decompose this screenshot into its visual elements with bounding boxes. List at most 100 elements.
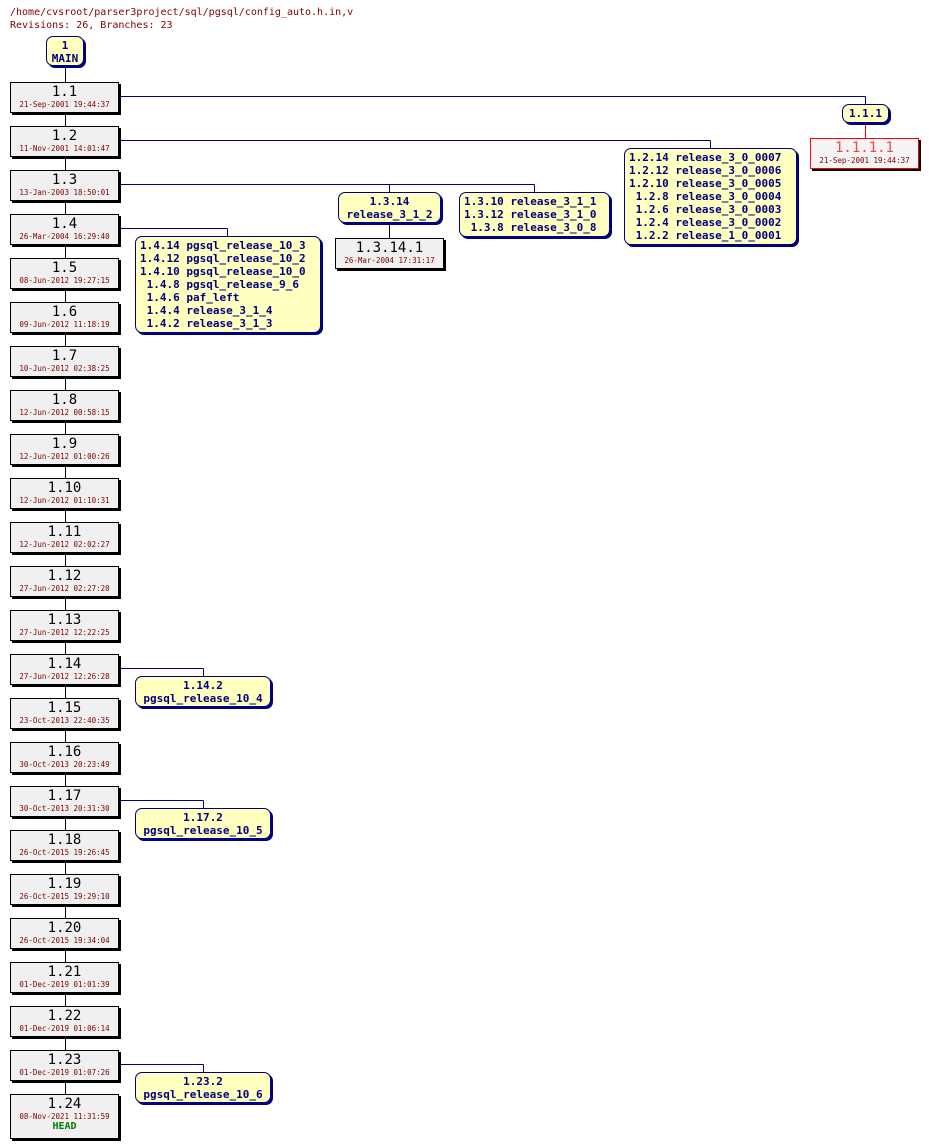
revision-graph: /home/cvsroot/parser3project/sql/pgsql/c… <box>0 0 929 1147</box>
revision-number: 1.16 <box>47 744 82 760</box>
main-branch-name: MAIN <box>51 52 79 65</box>
revision-date: 08-Jun-2012 19:27:15 <box>19 276 110 285</box>
revision-number: 1.20 <box>47 920 82 936</box>
revision-date: 12-Jun-2012 02:02:27 <box>19 540 110 549</box>
revision-date: 30-Oct-2013 20:31:30 <box>19 804 110 813</box>
branch-tag-row: 1.2.2 release_1_0_0001 <box>629 229 782 242</box>
revision-1-12[interactable]: 1.12 27-Jun-2012 02:27:20 <box>10 566 119 597</box>
revision-date: 27-Jun-2012 12:22:25 <box>19 628 110 637</box>
revision-date: 12-Jun-2012 00:58:15 <box>19 408 110 417</box>
revision-date: 23-Oct-2013 22:40:35 <box>19 716 110 725</box>
revision-number: 1.6 <box>51 304 78 320</box>
revision-1-2[interactable]: 1.2 11-Nov-2001 14:01:47 <box>10 126 119 157</box>
revision-number: 1.18 <box>47 832 82 848</box>
branch-tag-row: 1.2.12 release_3_0_0006 <box>629 164 782 177</box>
branch-tag-row: 1.2.10 release_3_0_0005 <box>629 177 782 190</box>
branch-1-3-tags[interactable]: 1.3.10 release_3_1_1 1.3.12 release_3_1_0… <box>459 192 610 237</box>
branch-tag-row: 1.3.10 release_3_1_1 <box>464 195 597 208</box>
branch-tag-row: 1.2.14 release_3_0_0007 <box>629 151 782 164</box>
revision-number: 1.10 <box>47 480 82 496</box>
revision-date: 26-Oct-2015 19:34:04 <box>19 936 110 945</box>
file-path: /home/cvsroot/parser3project/sql/pgsql/c… <box>10 7 354 18</box>
branch-1-2-tags[interactable]: 1.2.14 release_3_0_0007 1.2.12 release_3_… <box>624 148 797 245</box>
revision-date: 26-Oct-2015 19:29:10 <box>19 892 110 901</box>
main-branch-number: 1 <box>61 39 69 52</box>
revision-date: 12-Jun-2012 01:00:26 <box>19 452 110 461</box>
revision-date: 08-Nov-2021 11:31:59 <box>19 1112 110 1121</box>
revision-number: 1.2 <box>51 128 78 144</box>
revision-number: 1.7 <box>51 348 78 364</box>
revision-1-17[interactable]: 1.17 30-Oct-2013 20:31:30 <box>10 786 119 817</box>
revision-number: 1.8 <box>51 392 78 408</box>
branch-tag-row: 1.2.4 release_3_0_0002 <box>629 216 782 229</box>
revision-date: 26-Oct-2015 19:26:45 <box>19 848 110 857</box>
revision-date: 01-Dec-2019 01:07:26 <box>19 1068 110 1077</box>
revision-1-23[interactable]: 1.23 01-Dec-2019 01:07:26 <box>10 1050 119 1081</box>
revision-1-21[interactable]: 1.21 01-Dec-2019 01:01:39 <box>10 962 119 993</box>
branch-1-14-2[interactable]: 1.14.2 pgsql_release_10_4 <box>135 676 271 707</box>
revision-1-3-14-1[interactable]: 1.3.14.1 26-Mar-2004 17:31:17 <box>335 238 444 269</box>
revision-1-4[interactable]: 1.4 26-Mar-2004 16:29:40 <box>10 214 119 245</box>
branch-tag-row: 1.3.8 release_3_0_8 <box>464 221 597 234</box>
revision-number: 1.13 <box>47 612 82 628</box>
revision-1-19[interactable]: 1.19 26-Oct-2015 19:29:10 <box>10 874 119 905</box>
branch-1-4-tags[interactable]: 1.4.14 pgsql_release_10_3 1.4.12 pgsql_re… <box>135 236 321 333</box>
revision-1-10[interactable]: 1.10 12-Jun-2012 01:10:31 <box>10 478 119 509</box>
head-tag: HEAD <box>52 1121 77 1132</box>
revision-1-1[interactable]: 1.1 21-Sep-2001 19:44:37 <box>10 82 119 113</box>
revision-1-16[interactable]: 1.16 30-Oct-2013 20:23:49 <box>10 742 119 773</box>
revision-1-18[interactable]: 1.18 26-Oct-2015 19:26:45 <box>10 830 119 861</box>
revision-1-6[interactable]: 1.6 09-Jun-2012 11:18:19 <box>10 302 119 333</box>
revision-1-24[interactable]: 1.24 08-Nov-2021 11:31:59 HEAD <box>10 1094 119 1139</box>
revision-number: 1.19 <box>47 876 82 892</box>
revision-date: 11-Nov-2001 14:01:47 <box>19 144 110 153</box>
branch-tag-row: 1.3.12 release_3_1_0 <box>464 208 597 221</box>
revision-1-7[interactable]: 1.7 10-Jun-2012 02:38:25 <box>10 346 119 377</box>
branch-tag-row: 1.4.6 paf_left <box>140 291 240 304</box>
branch-tag-row: 1.3.14 <box>369 195 410 208</box>
revision-number: 1.22 <box>47 1008 82 1024</box>
revision-1-8[interactable]: 1.8 12-Jun-2012 00:58:15 <box>10 390 119 421</box>
branch-1-1-1[interactable]: 1.1.1 <box>842 104 889 123</box>
branch-tag-row: 1.4.12 pgsql_release_10_2 <box>140 252 306 265</box>
revision-date: 09-Jun-2012 11:18:19 <box>19 320 110 329</box>
revision-number: 1.1.1.1 <box>834 140 894 156</box>
branch-tag-row: 1.4.8 pgsql_release_9_6 <box>140 278 299 291</box>
branch-1-17-2[interactable]: 1.17.2 pgsql_release_10_5 <box>135 808 271 839</box>
revision-1-22[interactable]: 1.22 01-Dec-2019 01:06:14 <box>10 1006 119 1037</box>
revision-summary: Revisions: 26, Branches: 23 <box>10 20 173 31</box>
main-branch-node[interactable]: 1 MAIN <box>46 36 84 66</box>
revision-1-20[interactable]: 1.20 26-Oct-2015 19:34:04 <box>10 918 119 949</box>
revision-date: 01-Dec-2019 01:06:14 <box>19 1024 110 1033</box>
branch-tag-row: 1.4.10 pgsql_release_10_0 <box>140 265 306 278</box>
revision-1-9[interactable]: 1.9 12-Jun-2012 01:00:26 <box>10 434 119 465</box>
branch-tag-row: release_3_1_2 <box>346 208 433 221</box>
revision-1-14[interactable]: 1.14 27-Jun-2012 12:26:28 <box>10 654 119 685</box>
revision-number: 1.1 <box>51 84 78 100</box>
revision-1-13[interactable]: 1.13 27-Jun-2012 12:22:25 <box>10 610 119 641</box>
branch-1-23-2[interactable]: 1.23.2 pgsql_release_10_6 <box>135 1072 271 1103</box>
revision-date: 27-Jun-2012 02:27:20 <box>19 584 110 593</box>
revision-1-1-1-1[interactable]: 1.1.1.1 21-Sep-2001 19:44:37 <box>810 138 919 169</box>
revision-date: 12-Jun-2012 01:10:31 <box>19 496 110 505</box>
revision-number: 1.3.14.1 <box>355 240 424 256</box>
revision-1-3[interactable]: 1.3 13-Jan-2003 18:50:01 <box>10 170 119 201</box>
revision-1-15[interactable]: 1.15 23-Oct-2013 22:40:35 <box>10 698 119 729</box>
revision-number: 1.15 <box>47 700 82 716</box>
revision-1-5[interactable]: 1.5 08-Jun-2012 19:27:15 <box>10 258 119 289</box>
branch-tag-row: 1.4.2 release_3_1_3 <box>140 317 273 330</box>
revision-number: 1.17 <box>47 788 82 804</box>
branch-tag-row: 1.2.6 release_3_0_0003 <box>629 203 782 216</box>
revision-number: 1.4 <box>51 216 78 232</box>
branch-tag-row: 1.4.4 release_3_1_4 <box>140 304 273 317</box>
revision-date: 26-Mar-2004 17:31:17 <box>344 256 435 265</box>
revision-date: 27-Jun-2012 12:26:28 <box>19 672 110 681</box>
revision-number: 1.14 <box>47 656 82 672</box>
branch-tag-row: 1.14.2 <box>183 679 223 692</box>
branch-tag-row: pgsql_release_10_5 <box>143 824 263 837</box>
revision-number: 1.24 <box>47 1096 82 1112</box>
revision-1-11[interactable]: 1.11 12-Jun-2012 02:02:27 <box>10 522 119 553</box>
branch-tag-row: 1.2.8 release_3_0_0004 <box>629 190 782 203</box>
branch-1-3-14[interactable]: 1.3.14 release_3_1_2 <box>338 192 441 223</box>
revision-date: 13-Jan-2003 18:50:01 <box>19 188 110 197</box>
